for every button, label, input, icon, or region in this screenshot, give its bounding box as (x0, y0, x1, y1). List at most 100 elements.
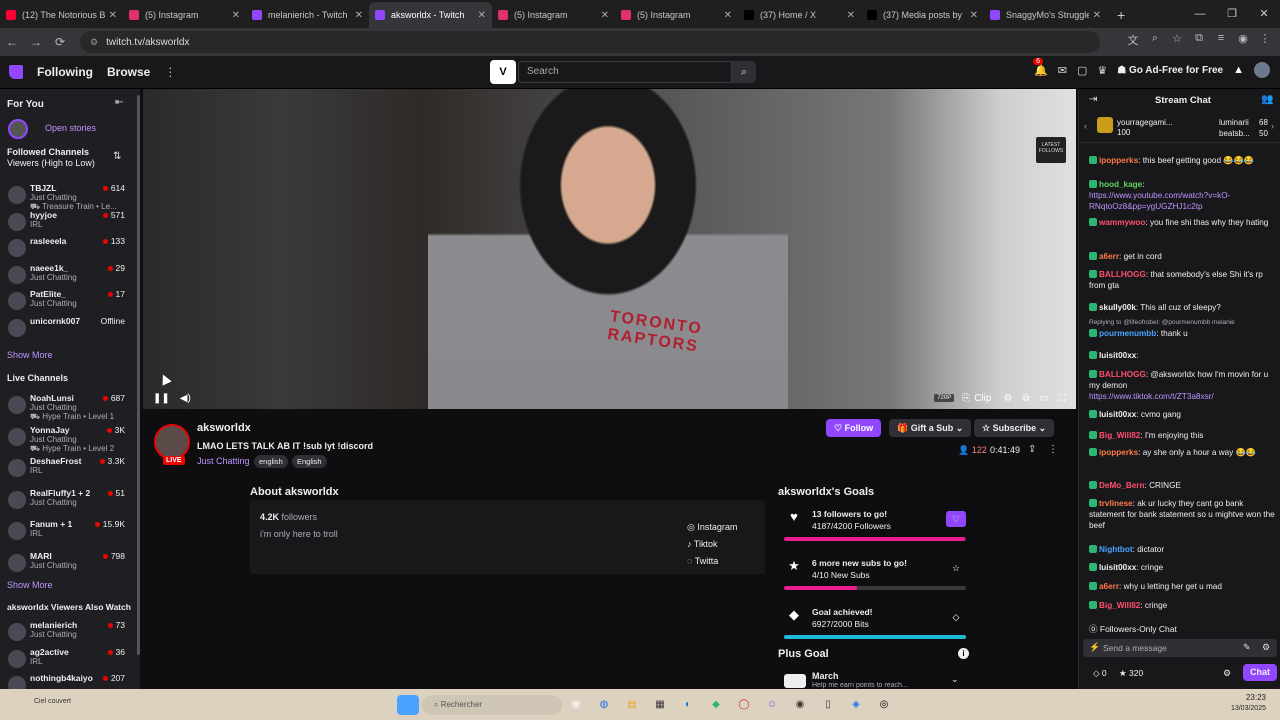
browser-tab[interactable]: (37) Home / X ✕ (738, 2, 861, 28)
nav-browse[interactable]: Browse (107, 65, 150, 79)
bookmark-star-icon[interactable]: ☆ (1168, 32, 1186, 48)
sidebar-channel[interactable]: naeee1k_ Just Chatting 29 (0, 262, 137, 288)
sidebar-channel[interactable]: ag2active IRL 36 (0, 646, 137, 672)
notifications-icon[interactable]: 🔔 6 (1033, 57, 1048, 77)
chrome-icon[interactable]: ◍ (593, 695, 615, 715)
more-stream-options-icon[interactable]: ⋮ (1048, 444, 1058, 455)
show-more-live[interactable]: Show More (7, 580, 53, 590)
chat-username[interactable]: a6err (1099, 582, 1119, 591)
chat-settings-icon[interactable]: ⚙ (1223, 668, 1231, 679)
chat-link[interactable]: https://www.youtube.com/watch?v=kO-RNqto… (1089, 191, 1230, 211)
discord-icon[interactable]: ☺ (761, 695, 783, 715)
close-window-button[interactable]: ✕ (1248, 0, 1280, 28)
reload-icon[interactable]: ⟳ (48, 35, 72, 49)
browser-menu-icon[interactable]: ⋮ (1256, 32, 1274, 48)
video-player[interactable]: TORONTO RAPTORS LATEST FOLLOWS ❚❚ ◀) 720… (143, 89, 1076, 409)
site-info-icon[interactable]: ⚙ (90, 37, 98, 48)
extensions-icon[interactable]: ⧉ (1190, 32, 1208, 48)
extension-icon[interactable]: V (490, 60, 516, 84)
tab-close-icon[interactable]: ✕ (355, 10, 363, 21)
inbox-icon[interactable]: ✉ (1058, 64, 1067, 77)
chat-username[interactable]: ipopperks (1099, 448, 1138, 457)
chat-link[interactable]: https://www.tiktok.com/t/ZT3a8xsr/ (1089, 392, 1214, 401)
edge-icon[interactable]: ◐ (677, 695, 699, 715)
browser-tab[interactable]: (5) Instagram ✕ (615, 2, 738, 28)
streamer-name[interactable]: aksworldx (197, 422, 251, 434)
sidebar-channel[interactable]: NoahLunsi Just Chatting ⛟ Hype Train • Lev… (0, 392, 137, 421)
sidebar-channel[interactable]: TBJZL Just Chatting ⛟ Treasure Train • Le.… (0, 182, 137, 211)
browser-tab[interactable]: aksworldx - Twitch ✕ (369, 2, 492, 28)
sidebar-channel[interactable]: YonnaJay Just Chatting ⛟ Hype Train • Leve… (0, 424, 137, 453)
tab-close-icon[interactable]: ✕ (1093, 10, 1101, 21)
info-icon[interactable]: i (958, 648, 969, 659)
explorer-icon[interactable]: ▤ (621, 695, 643, 715)
taskview-icon[interactable]: ▣ (565, 695, 587, 715)
sort-icon[interactable]: ⇅ (113, 151, 121, 162)
stories-avatar[interactable] (8, 119, 28, 139)
clock-date[interactable]: 13/03/2025 (1231, 705, 1266, 712)
app-icon[interactable]: ◆ (705, 695, 727, 715)
browser-tab[interactable]: SnaggyMo's Struggle ✕ (984, 2, 1107, 28)
clock-time[interactable]: 23:23 (1246, 693, 1266, 702)
social-link-instagram[interactable]: ◎ Instagram (687, 522, 737, 533)
notepad-icon[interactable]: ▯ (817, 695, 839, 715)
ad-free-button[interactable]: ☗ Go Ad-Free for Free (1117, 65, 1223, 76)
chat-username[interactable]: ipopperks (1099, 156, 1138, 165)
app-icon[interactable]: ◎ (873, 695, 895, 715)
taskbar-search[interactable]: ⌕ Rechercher (422, 694, 562, 715)
sidebar-channel[interactable]: PatElite_ Just Chatting 17 (0, 288, 137, 314)
volume-icon[interactable]: ◀) (180, 393, 191, 404)
tab-close-icon[interactable]: ✕ (847, 10, 855, 21)
gift-sub-button[interactable]: 🎁 Gift a Sub ⌄ (889, 419, 972, 437)
chat-username[interactable]: wammywoo (1099, 218, 1145, 227)
extension-logo-icon[interactable]: ▲ (1233, 64, 1244, 76)
whispers-icon[interactable]: ▢ (1077, 64, 1087, 77)
sidebar-channel[interactable]: hyyjoe IRL 571 (0, 209, 137, 235)
store-icon[interactable]: ▦ (649, 695, 671, 715)
chat-username[interactable]: skully00k (1099, 303, 1136, 312)
chat-username[interactable]: Big_Will82 (1099, 601, 1140, 610)
share-icon[interactable]: ⇪ (1028, 444, 1036, 455)
chat-username[interactable]: luisit00xx (1099, 410, 1136, 419)
profile-icon[interactable]: ◉ (1234, 32, 1252, 48)
social-link-twitta[interactable]: ◌ Twitta (687, 556, 718, 566)
bits-balance[interactable]: ◇ 0 (1093, 668, 1107, 679)
tab-close-icon[interactable]: ✕ (109, 10, 117, 21)
tab-close-icon[interactable]: ✕ (970, 10, 978, 21)
tag-pill[interactable]: English (292, 455, 327, 468)
minimize-button[interactable]: — (1184, 0, 1216, 28)
chat-emote-icon[interactable]: ⚡ (1089, 642, 1100, 653)
clip-icon[interactable]: ⎘ (962, 393, 970, 404)
plus-goal-expand-icon[interactable]: ⌄ (951, 674, 959, 685)
sidebar-channel[interactable]: nothingb4kaiyo 207 (0, 672, 137, 689)
weather-widget[interactable]: Ciel couvert (34, 698, 71, 705)
chat-emote-picker-icon[interactable]: ✎ (1243, 642, 1251, 653)
chat-username[interactable]: BALLHOGG (1099, 270, 1146, 279)
crown-icon[interactable]: ♛ (1097, 64, 1107, 77)
sidebar-scrollbar[interactable] (137, 95, 140, 655)
open-stories-link[interactable]: Open stories (45, 123, 96, 133)
browser-tab[interactable]: (37) Media posts by ✕ (861, 2, 984, 28)
maximize-button[interactable]: ❐ (1216, 0, 1248, 28)
show-more-followed[interactable]: Show More (7, 350, 53, 360)
reading-list-icon[interactable]: ≡ (1212, 32, 1230, 48)
sidebar-channel[interactable]: MARI Just Chatting 798 (0, 550, 137, 576)
subscribe-button[interactable]: ☆ Subscribe ⌄ (974, 419, 1055, 437)
app-icon[interactable]: ◈ (845, 695, 867, 715)
goal-action-button[interactable]: ☆ (946, 560, 966, 576)
chat-users-icon[interactable]: 👥 (1261, 94, 1273, 105)
browser-tab[interactable]: (12) The Notorious B ✕ (0, 2, 123, 28)
sidebar-channel[interactable]: melanierich Just Chatting 73 (0, 619, 137, 645)
follow-button[interactable]: ♡ Follow (826, 419, 882, 437)
browser-tab[interactable]: (5) Instagram ✕ (123, 2, 246, 28)
user-avatar[interactable] (1254, 62, 1270, 78)
browser-tab[interactable]: melanierich - Twitch ✕ (246, 2, 369, 28)
nav-following[interactable]: Following (37, 65, 93, 79)
opera-icon[interactable]: ◯ (733, 695, 755, 715)
forward-icon[interactable]: → (24, 35, 48, 49)
goal-action-button[interactable]: ◇ (946, 609, 966, 625)
fullscreen-icon[interactable]: ⛶ (1059, 393, 1066, 404)
goal-action-button[interactable]: ♡ (946, 511, 966, 527)
chat-username[interactable]: Nightbot (1099, 545, 1133, 554)
chat-username[interactable]: luisit00xx (1099, 563, 1136, 572)
